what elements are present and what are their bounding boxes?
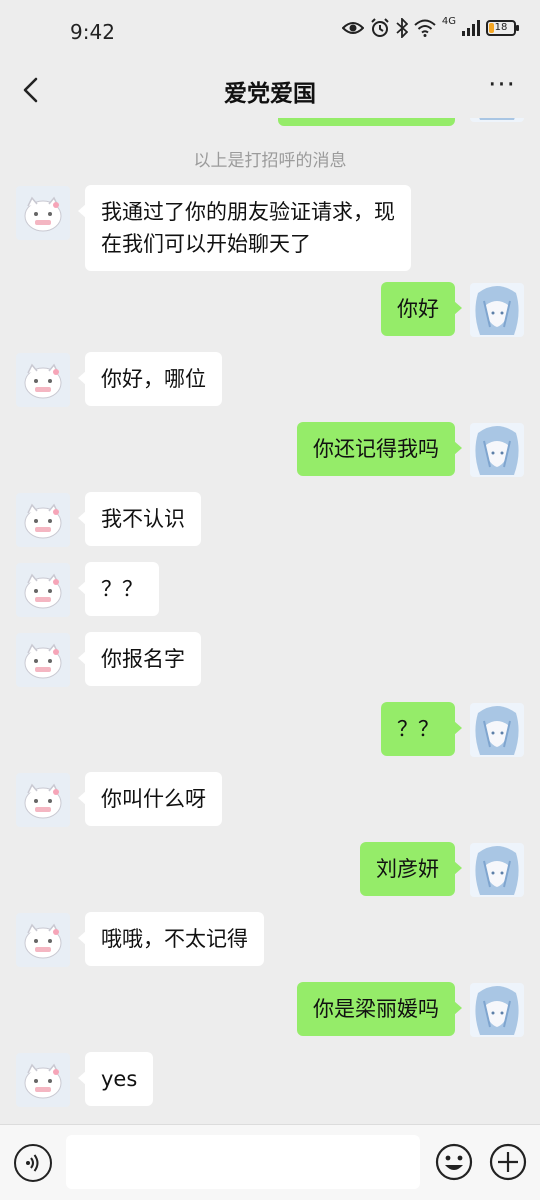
eye-icon bbox=[341, 22, 364, 34]
incoming-message-bubble[interactable]: 哦哦，不太记得 bbox=[78, 912, 264, 966]
alarm-icon bbox=[371, 18, 389, 37]
input-bar bbox=[0, 1124, 540, 1200]
incoming-message-bubble[interactable]: 我不认识 bbox=[78, 492, 201, 546]
outgoing-message-bubble[interactable]: 你好 bbox=[381, 282, 462, 336]
contact-avatar[interactable] bbox=[16, 353, 70, 407]
status-icons: 4G 18 bbox=[341, 15, 519, 38]
more-button[interactable]: ··· bbox=[486, 72, 518, 104]
my-avatar[interactable] bbox=[470, 118, 524, 122]
contact-avatar[interactable] bbox=[16, 563, 70, 617]
contact-avatar[interactable] bbox=[16, 1053, 70, 1107]
incoming-message-bubble[interactable]: 我通过了你的朋友验证请求，现 在我们可以开始聊天了 bbox=[78, 185, 411, 271]
more-icon: ··· bbox=[488, 70, 516, 100]
my-avatar[interactable] bbox=[470, 283, 524, 337]
contact-avatar[interactable] bbox=[16, 773, 70, 827]
plus-icon bbox=[489, 1143, 527, 1181]
contact-avatar[interactable] bbox=[16, 493, 70, 547]
incoming-message-bubble[interactable]: 你叫什么呀 bbox=[78, 772, 222, 826]
incoming-message-bubble[interactable]: 你好，哪位 bbox=[78, 352, 222, 406]
incoming-message-bubble[interactable]: ？？ bbox=[78, 562, 159, 616]
battery-icon: 18 bbox=[486, 20, 519, 36]
previous-outgoing-bubble bbox=[278, 118, 455, 126]
status-bar: 9:42 4G 18 bbox=[0, 0, 540, 64]
my-avatar[interactable] bbox=[470, 423, 524, 477]
emoji-icon bbox=[435, 1143, 473, 1181]
my-avatar[interactable] bbox=[470, 703, 524, 757]
message-input[interactable] bbox=[66, 1135, 420, 1189]
outgoing-message-bubble[interactable]: 你是梁丽媛吗 bbox=[297, 982, 462, 1036]
voice-button[interactable] bbox=[14, 1144, 52, 1182]
emoji-button[interactable] bbox=[434, 1142, 474, 1182]
battery-level: 18 bbox=[494, 22, 508, 33]
contact-avatar[interactable] bbox=[16, 186, 70, 240]
more-functions-button[interactable] bbox=[488, 1142, 528, 1182]
signal-icon bbox=[462, 20, 480, 36]
contact-avatar[interactable] bbox=[16, 633, 70, 687]
contact-avatar[interactable] bbox=[16, 913, 70, 967]
my-avatar[interactable] bbox=[470, 983, 524, 1037]
chat-message-list[interactable]: 以上是打招呼的消息 我通过了你的朋友验证请求，现 在我们可以开始聊天了你好你好，… bbox=[0, 118, 540, 1124]
incoming-message-bubble[interactable]: 你报名字 bbox=[78, 632, 201, 686]
outgoing-message-bubble[interactable]: 你还记得我吗 bbox=[297, 422, 462, 476]
outgoing-message-bubble[interactable]: 刘彦妍 bbox=[360, 842, 462, 896]
status-time: 9:42 bbox=[70, 20, 115, 44]
chat-title: 爱党爱国 bbox=[224, 81, 316, 107]
network-type: 4G bbox=[441, 15, 456, 27]
my-avatar[interactable] bbox=[470, 843, 524, 897]
system-notice: 以上是打招呼的消息 bbox=[193, 151, 347, 171]
bluetooth-icon bbox=[396, 18, 408, 38]
wifi-icon bbox=[414, 19, 436, 37]
chat-header: 爱党爱国 ··· bbox=[0, 64, 540, 118]
voice-icon bbox=[26, 1154, 39, 1172]
outgoing-message-bubble[interactable]: ？？ bbox=[381, 702, 462, 756]
incoming-message-bubble[interactable]: yes bbox=[77, 1052, 154, 1106]
